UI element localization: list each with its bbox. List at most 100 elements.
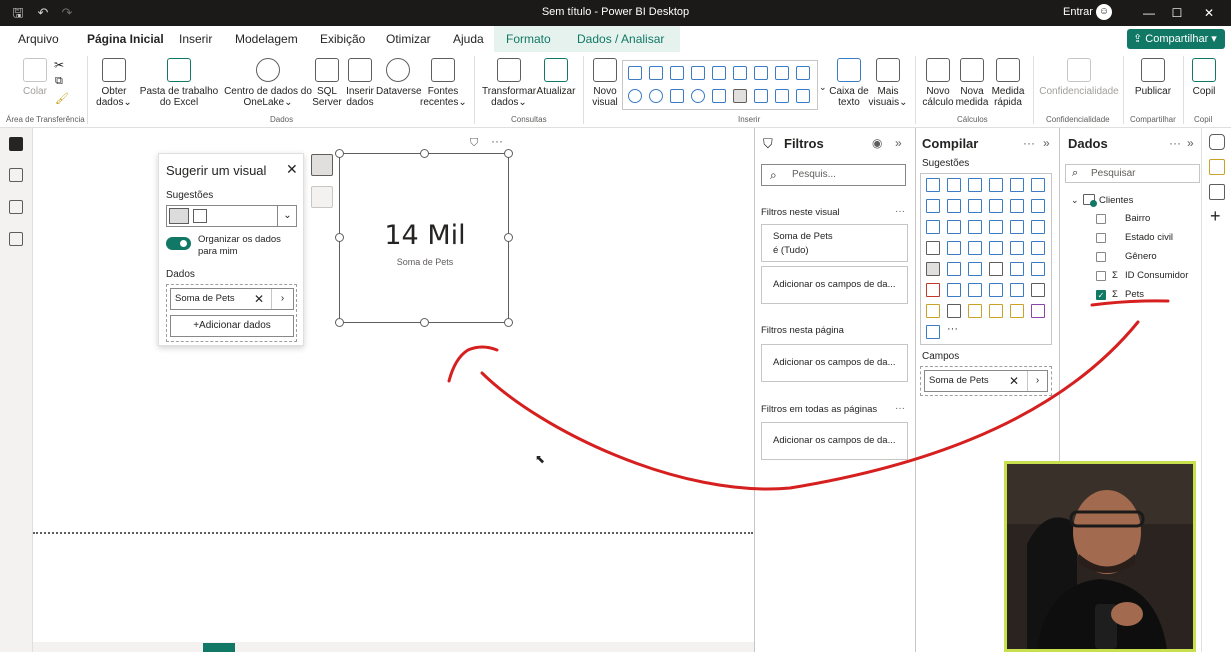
format-painter-icon[interactable]: 🖌	[55, 92, 69, 105]
visual-type-icon[interactable]	[947, 283, 961, 297]
report-canvas[interactable]: Sugerir um visual ✕ Sugestões ⌄ Organiza…	[33, 128, 754, 652]
stacked-100-column-icon[interactable]	[733, 66, 747, 80]
add-data-button[interactable]: +Adicionar dados	[170, 315, 294, 337]
line-chart-icon[interactable]	[754, 66, 768, 80]
data-pane-icon[interactable]	[1209, 134, 1225, 150]
visual-type-icon[interactable]	[1010, 283, 1024, 297]
tab-inserir[interactable]: Inserir	[179, 32, 212, 46]
visual-type-icon[interactable]	[1010, 199, 1024, 213]
visual-type-icon[interactable]	[968, 241, 982, 255]
sign-in-link[interactable]: Entrar	[1063, 6, 1093, 18]
collapse-pane-icon[interactable]: »	[895, 136, 902, 150]
visual-type-icon[interactable]	[968, 178, 982, 192]
page-tab[interactable]	[203, 643, 235, 652]
visual-type-icon[interactable]	[989, 220, 1003, 234]
report-view-icon[interactable]	[9, 137, 23, 151]
resize-handle[interactable]	[504, 318, 513, 327]
format-visual-icon[interactable]	[311, 186, 333, 208]
visual-type-icon[interactable]	[947, 220, 961, 234]
visual-type-icon[interactable]	[968, 262, 982, 276]
stacked-area-icon[interactable]	[796, 66, 810, 80]
onelake-button[interactable]: Centro de dados do OneLake⌄	[224, 58, 312, 108]
resize-handle[interactable]	[420, 318, 429, 327]
card-visual-icon[interactable]	[169, 208, 189, 224]
visualizations-pane-icon[interactable]	[1209, 159, 1225, 175]
visual-type-icon[interactable]	[968, 199, 982, 213]
visual-type-icon[interactable]	[1031, 220, 1045, 234]
copy-icon[interactable]: ⧉	[55, 75, 63, 88]
more-options-icon[interactable]: ···	[1169, 136, 1181, 150]
visual-type-icon[interactable]	[926, 178, 940, 192]
model-view-icon[interactable]	[9, 200, 23, 214]
close-window-button[interactable]: ✕	[1199, 4, 1219, 22]
get-data-button[interactable]: Obter dados⌄	[93, 58, 135, 108]
clustered-bar-icon[interactable]	[670, 66, 684, 80]
clustered-column-icon[interactable]	[691, 66, 705, 80]
field-4[interactable]: Pets	[1125, 289, 1144, 300]
visual-type-icon[interactable]	[989, 304, 1003, 318]
insert-data-button[interactable]: Inserir dados	[344, 58, 376, 108]
field-3[interactable]: ID Consumidor	[1125, 270, 1188, 281]
chevron-down-icon[interactable]: ⌄	[277, 206, 297, 226]
add-fields-well-all[interactable]: Adicionar os campos de da...	[761, 422, 908, 460]
field-checkbox[interactable]	[1096, 252, 1106, 262]
resize-handle[interactable]	[504, 233, 513, 242]
visual-type-icon[interactable]	[947, 262, 961, 276]
tab-exibicao[interactable]: Exibição	[320, 32, 365, 46]
transform-data-button[interactable]: Transformar dados⌄	[482, 58, 536, 108]
share-button[interactable]: ⇪ Compartilhar ▾	[1127, 29, 1225, 49]
visual-type-icon[interactable]	[989, 241, 1003, 255]
avatar[interactable]: ☺	[1096, 4, 1112, 20]
paste-button[interactable]: Colar	[20, 58, 50, 97]
visual-type-icon[interactable]	[926, 241, 940, 255]
matrix-icon[interactable]	[796, 89, 810, 103]
format-pane-icon[interactable]	[1209, 184, 1225, 200]
copilot-button[interactable]: Copil	[1188, 58, 1220, 97]
quick-measure-button[interactable]: Medida rápida	[990, 58, 1026, 108]
field-pill[interactable]: Soma de Pets ✕ ›	[170, 288, 294, 310]
resize-handle[interactable]	[420, 149, 429, 158]
tab-pagina-inicial[interactable]: Página Inicial	[87, 32, 164, 55]
table-view-icon[interactable]	[9, 168, 23, 182]
treemap-icon[interactable]	[670, 89, 684, 103]
eye-icon[interactable]: ◉	[872, 136, 882, 150]
visual-type-icon[interactable]	[1010, 178, 1024, 192]
organize-data-toggle[interactable]	[166, 237, 191, 250]
chevron-right-icon[interactable]: ›	[1027, 371, 1047, 391]
visual-type-icon[interactable]	[989, 283, 1003, 297]
visual-type-icon[interactable]	[926, 283, 940, 297]
tab-dados-analisar[interactable]: Dados / Analisar	[577, 32, 664, 46]
remove-field-icon[interactable]: ✕	[254, 289, 264, 309]
chevron-down-icon[interactable]: ⌄	[1071, 195, 1079, 206]
multirow-card-icon[interactable]	[754, 89, 768, 103]
table-visual-icon[interactable]	[775, 89, 789, 103]
suggest-visual-icon[interactable]	[311, 154, 333, 176]
close-icon[interactable]: ✕	[286, 161, 298, 178]
dataverse-button[interactable]: Dataverse	[376, 58, 422, 97]
visual-type-icon[interactable]	[1010, 241, 1024, 255]
pie-chart-icon[interactable]	[628, 89, 642, 103]
more-visuals-icon[interactable]: ···	[947, 323, 958, 335]
field-checkbox[interactable]: ✓	[1096, 290, 1106, 300]
sql-server-button[interactable]: SQL Server	[312, 58, 342, 108]
more-options-icon[interactable]: ···	[895, 206, 905, 217]
visual-type-icon[interactable]	[947, 199, 961, 213]
add-fields-well-page[interactable]: Adicionar os campos de da...	[761, 344, 908, 382]
more-options-icon[interactable]: ···	[491, 134, 503, 148]
visual-type-icon[interactable]	[1010, 304, 1024, 318]
visual-type-icon[interactable]	[1010, 262, 1024, 276]
new-measure-button[interactable]: Nova medida	[954, 58, 990, 108]
visual-type-icon[interactable]	[926, 304, 940, 318]
resize-handle[interactable]	[504, 149, 513, 158]
more-options-icon[interactable]: ···	[1023, 136, 1035, 150]
tab-arquivo[interactable]: Arquivo	[18, 32, 59, 46]
new-visual-button[interactable]: Novo visual	[589, 58, 621, 108]
visual-type-icon[interactable]	[926, 262, 940, 276]
visual-type-icon[interactable]	[1031, 262, 1045, 276]
new-calculation-button[interactable]: Novo cálculo	[922, 58, 954, 108]
more-visuals-button[interactable]: Mais visuais⌄	[866, 58, 910, 108]
cut-icon[interactable]: ✂	[54, 58, 64, 72]
collapse-pane-icon[interactable]: »	[1187, 136, 1194, 150]
resize-handle[interactable]	[335, 149, 344, 158]
minimize-button[interactable]: —	[1139, 4, 1159, 22]
